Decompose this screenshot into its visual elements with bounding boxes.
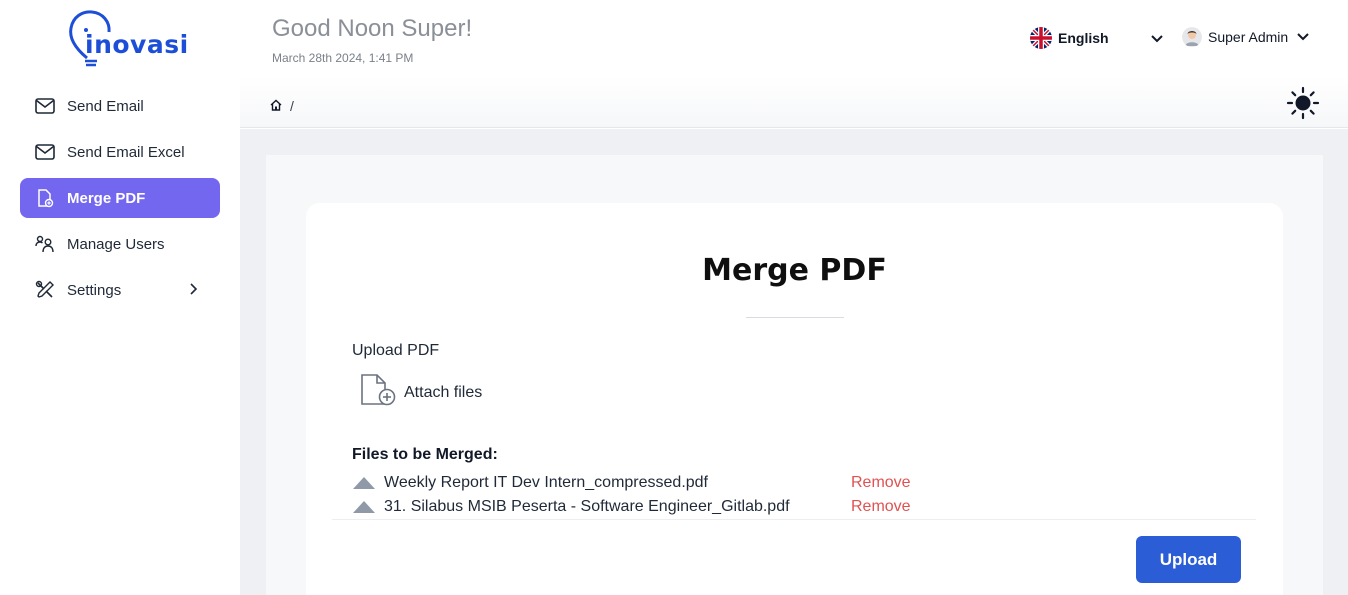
breadcrumb-bar: / <box>240 76 1348 128</box>
sidebar-item-send-email-excel[interactable]: Send Email Excel <box>20 132 220 172</box>
sidebar: inovasi Send Email Send Email Excel Merg… <box>0 0 240 595</box>
user-name: Super Admin <box>1208 29 1289 45</box>
sidebar-nav: Send Email Send Email Excel Merge PDF Ma… <box>20 86 220 316</box>
file-merge-icon <box>34 187 56 209</box>
remove-file-button[interactable]: Remove <box>851 474 911 492</box>
avatar <box>1182 27 1202 47</box>
users-icon <box>34 233 56 255</box>
sidebar-item-send-email[interactable]: Send Email <box>20 86 220 126</box>
divider <box>332 519 1256 520</box>
language-selector[interactable]: English <box>1030 27 1109 49</box>
top-header: Good Noon Super! March 28th 2024, 1:41 P… <box>240 0 1348 76</box>
chevron-down-icon[interactable] <box>1150 31 1164 49</box>
date-time: March 28th 2024, 1:41 PM <box>272 51 414 65</box>
chevron-down-icon <box>1296 29 1310 45</box>
logo-text: inovasi <box>85 30 189 59</box>
user-menu[interactable]: Super Admin <box>1182 27 1310 47</box>
files-heading: Files to be Merged: <box>352 446 498 463</box>
mail-icon <box>34 141 56 163</box>
file-name: Weekly Report IT Dev Intern_compressed.p… <box>384 474 708 491</box>
page-title: Merge PDF <box>702 253 887 288</box>
mail-icon <box>34 95 56 117</box>
tools-icon <box>34 279 56 301</box>
upload-button[interactable]: Upload <box>1136 536 1241 583</box>
home-icon[interactable] <box>270 98 282 114</box>
sidebar-item-label: Send Email <box>67 97 144 115</box>
attach-files-label: Attach files <box>404 383 483 401</box>
language-label: English <box>1058 30 1109 46</box>
file-name: 31. Silabus MSIB Peserta - Software Engi… <box>384 498 790 515</box>
list-item: 31. Silabus MSIB Peserta - Software Engi… <box>352 496 952 518</box>
greeting-text: Good Noon Super! <box>272 15 473 42</box>
upload-pdf-label: Upload PDF <box>352 342 440 359</box>
divider <box>746 317 844 318</box>
breadcrumb-separator: / <box>290 98 294 114</box>
app-logo[interactable]: inovasi <box>0 0 240 76</box>
uk-flag-icon <box>1030 27 1052 49</box>
attach-files-button[interactable]: Attach files <box>352 373 482 412</box>
chevron-right-icon <box>188 282 198 300</box>
sidebar-item-label: Merge PDF <box>67 189 146 207</box>
breadcrumb: / <box>270 98 294 114</box>
main-content: Merge PDF Upload PDF Attach files Files … <box>240 129 1348 595</box>
list-item: Weekly Report IT Dev Intern_compressed.p… <box>352 472 952 494</box>
sidebar-item-label: Manage Users <box>67 235 165 253</box>
sidebar-item-label: Send Email Excel <box>67 143 185 161</box>
sidebar-item-settings[interactable]: Settings <box>20 270 220 310</box>
content-panel: Merge PDF Upload PDF Attach files Files … <box>266 155 1323 595</box>
merge-pdf-card: Merge PDF Upload PDF Attach files Files … <box>306 203 1283 595</box>
sidebar-item-merge-pdf[interactable]: Merge PDF <box>20 178 220 218</box>
sidebar-item-manage-users[interactable]: Manage Users <box>20 224 220 264</box>
sun-icon[interactable] <box>1286 86 1320 125</box>
drag-handle-icon[interactable] <box>352 476 376 490</box>
remove-file-button[interactable]: Remove <box>851 498 911 516</box>
drag-handle-icon[interactable] <box>352 500 376 514</box>
file-add-icon <box>360 373 396 412</box>
sidebar-item-label: Settings <box>67 281 122 299</box>
